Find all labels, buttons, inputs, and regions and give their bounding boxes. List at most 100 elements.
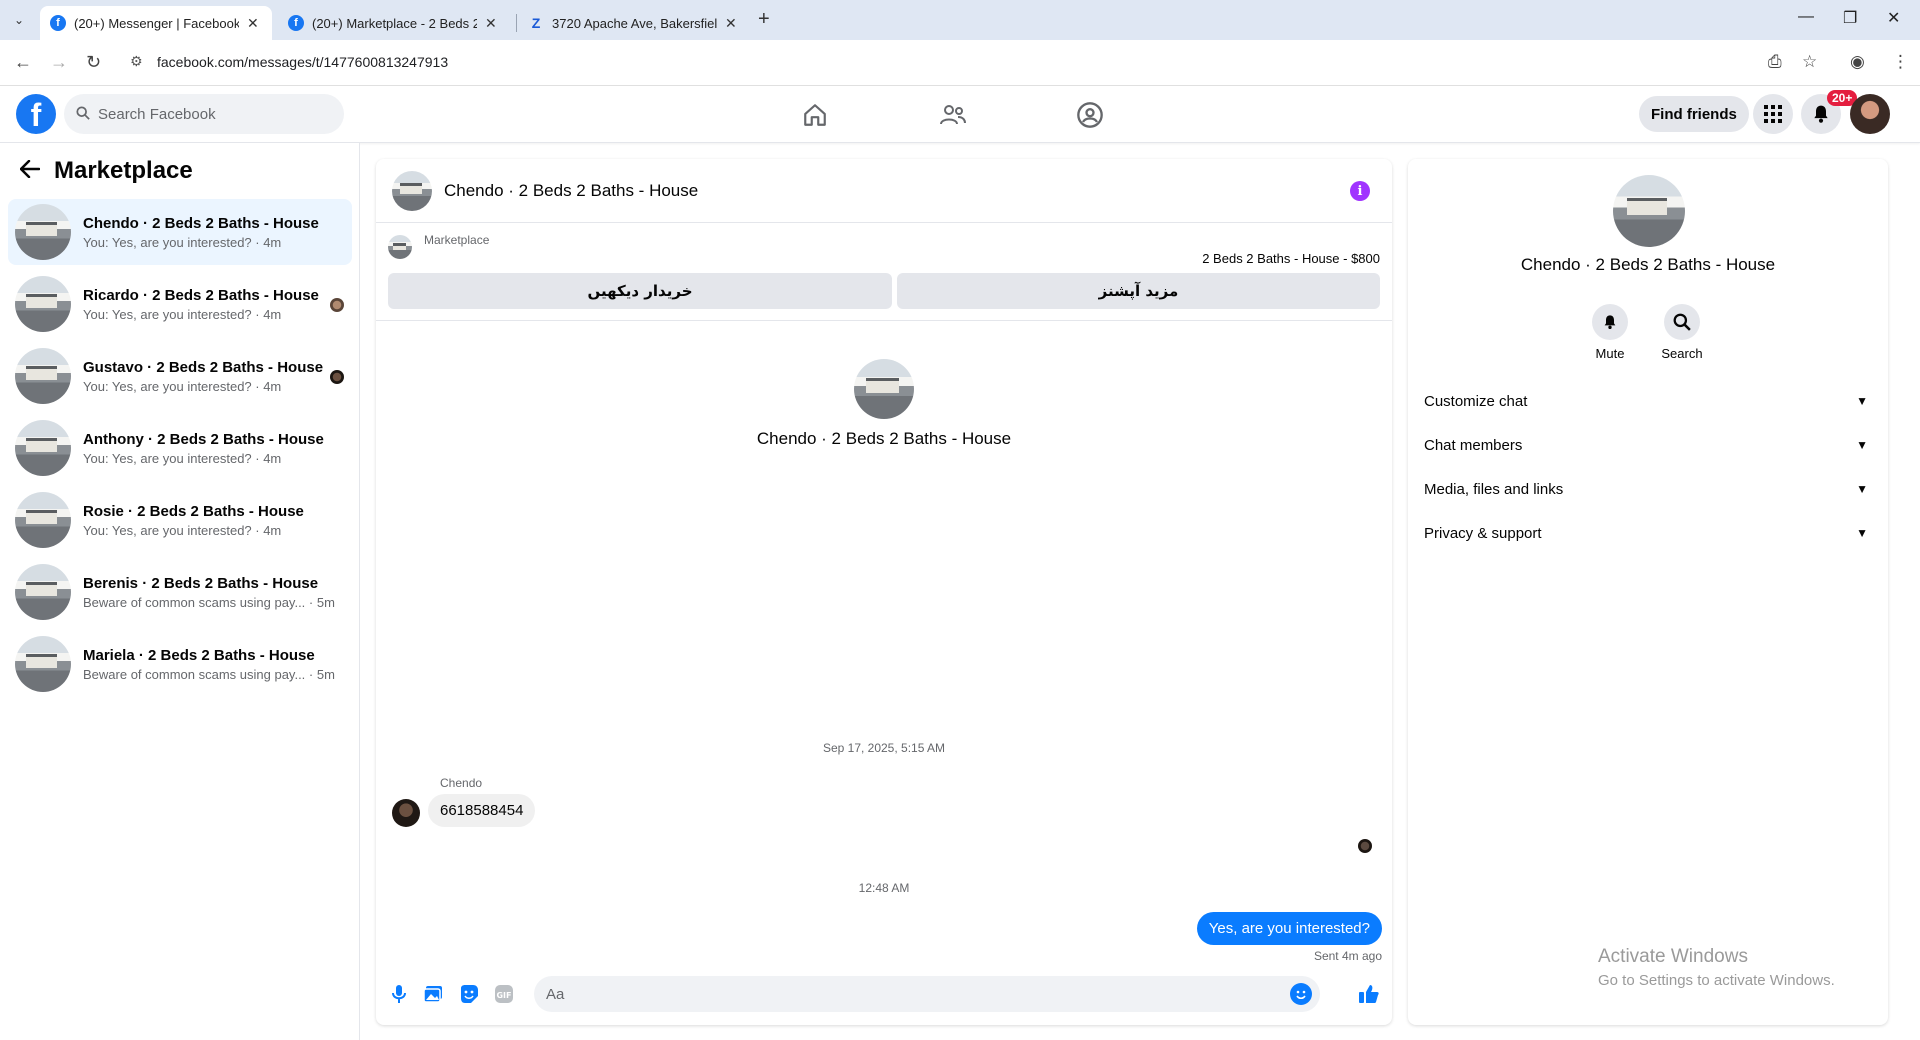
listing-thumbnail (15, 276, 71, 332)
message-timestamp: Sep 17, 2025, 5:15 AM (822, 741, 946, 755)
chat-details-panel: Chendo · 2 Beds 2 Baths - House Mute Sea… (1408, 159, 1888, 1025)
conversation-sidebar: Marketplace Chendo · 2 Beds 2 Baths - Ho… (0, 143, 360, 1040)
listing-price[interactable]: 2 Beds 2 Baths - House - $800 (1202, 251, 1380, 266)
svg-text:GIF: GIF (496, 991, 511, 1000)
facebook-header: f Find friends 20+ (0, 86, 1920, 143)
browser-tab-bar: ⌄ f (20+) Messenger | Facebook ✕ f (20+)… (0, 0, 1920, 40)
seen-avatar (330, 298, 344, 312)
listing-thumbnail (15, 348, 71, 404)
windows-activation-watermark: Activate Windows Go to Settings to activ… (1598, 946, 1835, 989)
bookmark-star-icon[interactable]: ☆ (1802, 52, 1817, 72)
chat-members-section[interactable]: Chat members ▼ (1424, 427, 1872, 463)
forward-arrow-icon[interactable]: → (50, 52, 68, 73)
chat-header: Chendo · 2 Beds 2 Baths - House i (376, 159, 1392, 223)
chevron-down-icon: ▼ (1856, 394, 1868, 408)
photo-icon[interactable] (422, 983, 444, 1005)
facebook-favicon-icon: f (288, 15, 304, 31)
conversation-item-ricardo[interactable]: Ricardo · 2 Beds 2 Baths - House You: Ye… (8, 271, 352, 337)
back-arrow-icon[interactable] (19, 158, 41, 184)
search-icon[interactable] (1664, 304, 1700, 340)
browser-tab-zillow[interactable]: Z 3720 Apache Ave, Bakersfield, C ✕ (518, 6, 750, 40)
friends-icon[interactable] (938, 100, 968, 130)
chat-title[interactable]: Chendo · 2 Beds 2 Baths - House (444, 181, 698, 201)
profile-icon[interactable]: ◉ (1850, 52, 1865, 72)
listing-thumbnail (15, 492, 71, 548)
message-timestamp: 12:48 AM (858, 881, 910, 895)
menu-grid-icon[interactable] (1753, 94, 1793, 134)
search-action[interactable]: Search (1652, 304, 1712, 361)
mute-action[interactable]: Mute (1580, 304, 1640, 361)
listing-thumbnail (15, 636, 71, 692)
search-input[interactable] (98, 105, 318, 123)
intro-avatar (854, 359, 914, 419)
browser-tab-messenger[interactable]: f (20+) Messenger | Facebook ✕ (40, 6, 272, 40)
account-avatar[interactable] (1850, 94, 1890, 134)
emoji-icon[interactable] (1290, 983, 1312, 1005)
marketplace-label: Marketplace (424, 233, 490, 247)
conversation-item-mariela[interactable]: Mariela · 2 Beds 2 Baths - House Beware … (8, 631, 352, 697)
privacy-support-section[interactable]: Privacy & support ▼ (1424, 515, 1872, 551)
browser-menu-icon[interactable]: ⋮ (1892, 52, 1909, 72)
thumbs-up-icon[interactable] (1358, 983, 1380, 1005)
outgoing-message[interactable]: Yes, are you interested? (1196, 912, 1382, 945)
media-files-links-section[interactable]: Media, files and links ▼ (1424, 471, 1872, 507)
home-icon[interactable] (800, 100, 830, 130)
chat-avatar[interactable] (392, 170, 432, 211)
browser-tab-marketplace[interactable]: f (20+) Marketplace - 2 Beds 2 Ba ✕ (278, 6, 510, 40)
find-friends-button[interactable]: Find friends (1639, 96, 1749, 132)
facebook-favicon-icon: f (50, 15, 66, 31)
conversation-item-rosie[interactable]: Rosie · 2 Beds 2 Baths - House You: Yes,… (8, 487, 352, 553)
restore-icon[interactable]: ❐ (1843, 8, 1857, 28)
chevron-down-icon: ▼ (1856, 438, 1868, 452)
customize-chat-section[interactable]: Customize chat ▼ (1424, 383, 1872, 419)
chevron-down-icon: ▼ (1856, 482, 1868, 496)
conversation-item-chendo[interactable]: Chendo · 2 Beds 2 Baths - House You: Yes… (8, 199, 352, 265)
more-options-button[interactable]: مزید آپشنز (897, 273, 1380, 309)
microphone-icon[interactable] (388, 983, 410, 1005)
conversation-item-anthony[interactable]: Anthony · 2 Beds 2 Baths - House You: Ye… (8, 415, 352, 481)
close-tab-icon[interactable]: ✕ (725, 15, 737, 32)
listing-thumbnail (15, 564, 71, 620)
minimize-icon[interactable]: — (1798, 8, 1814, 26)
reload-icon[interactable]: ↻ (86, 52, 101, 73)
listing-thumbnail (388, 235, 412, 259)
sidebar-title: Marketplace (54, 157, 193, 184)
details-avatar[interactable] (1613, 175, 1685, 247)
sticker-icon[interactable] (458, 983, 480, 1005)
message-composer: GIF (376, 965, 1392, 1025)
info-icon[interactable]: i (1350, 181, 1370, 201)
facebook-logo-icon[interactable]: f (16, 94, 56, 134)
message-input[interactable] (546, 985, 1266, 1003)
chevron-down-icon: ▼ (1856, 526, 1868, 540)
close-tab-icon[interactable]: ✕ (247, 15, 259, 32)
gif-icon[interactable]: GIF (493, 983, 515, 1005)
conversation-item-berenis[interactable]: Berenis · 2 Beds 2 Baths - House Beware … (8, 559, 352, 625)
new-tab-icon[interactable]: + (758, 8, 770, 31)
groups-icon[interactable] (1075, 100, 1105, 130)
incoming-message[interactable]: 6618588454 (428, 794, 536, 827)
close-window-icon[interactable]: ✕ (1887, 8, 1900, 28)
tab-search-chevron-icon[interactable]: ⌄ (8, 9, 30, 31)
intro-name: Chendo · 2 Beds 2 Baths - House (756, 429, 1012, 448)
close-tab-icon[interactable]: ✕ (485, 15, 497, 32)
sent-status: Sent 4m ago (1313, 949, 1382, 963)
search-icon (76, 105, 90, 123)
install-app-icon[interactable]: ⎙ (1768, 52, 1782, 72)
back-arrow-icon[interactable]: ← (14, 52, 32, 73)
seen-avatar (330, 370, 344, 384)
details-name: Chendo · 2 Beds 2 Baths - House (1520, 255, 1776, 274)
chat-intro: Chendo · 2 Beds 2 Baths - House (376, 359, 1392, 449)
url-field[interactable]: facebook.com/messages/t/1477600813247913 (157, 54, 448, 70)
bell-icon[interactable] (1592, 304, 1628, 340)
view-buyers-button[interactable]: خریدار دیکھیں (388, 273, 892, 309)
listing-thumbnail (15, 420, 71, 476)
message-input-container[interactable] (534, 976, 1320, 1012)
conversation-item-gustavo[interactable]: Gustavo · 2 Beds 2 Baths - House You: Ye… (8, 343, 352, 409)
address-bar: ← → ↻ ⚙ facebook.com/messages/t/14776008… (0, 40, 1920, 86)
sender-avatar[interactable] (392, 799, 420, 827)
site-info-icon[interactable]: ⚙ (130, 53, 143, 70)
facebook-search[interactable] (64, 94, 344, 134)
read-receipt-avatar (1358, 839, 1372, 853)
zillow-favicon-icon: Z (531, 15, 541, 31)
sender-name: Chendo (440, 776, 483, 790)
